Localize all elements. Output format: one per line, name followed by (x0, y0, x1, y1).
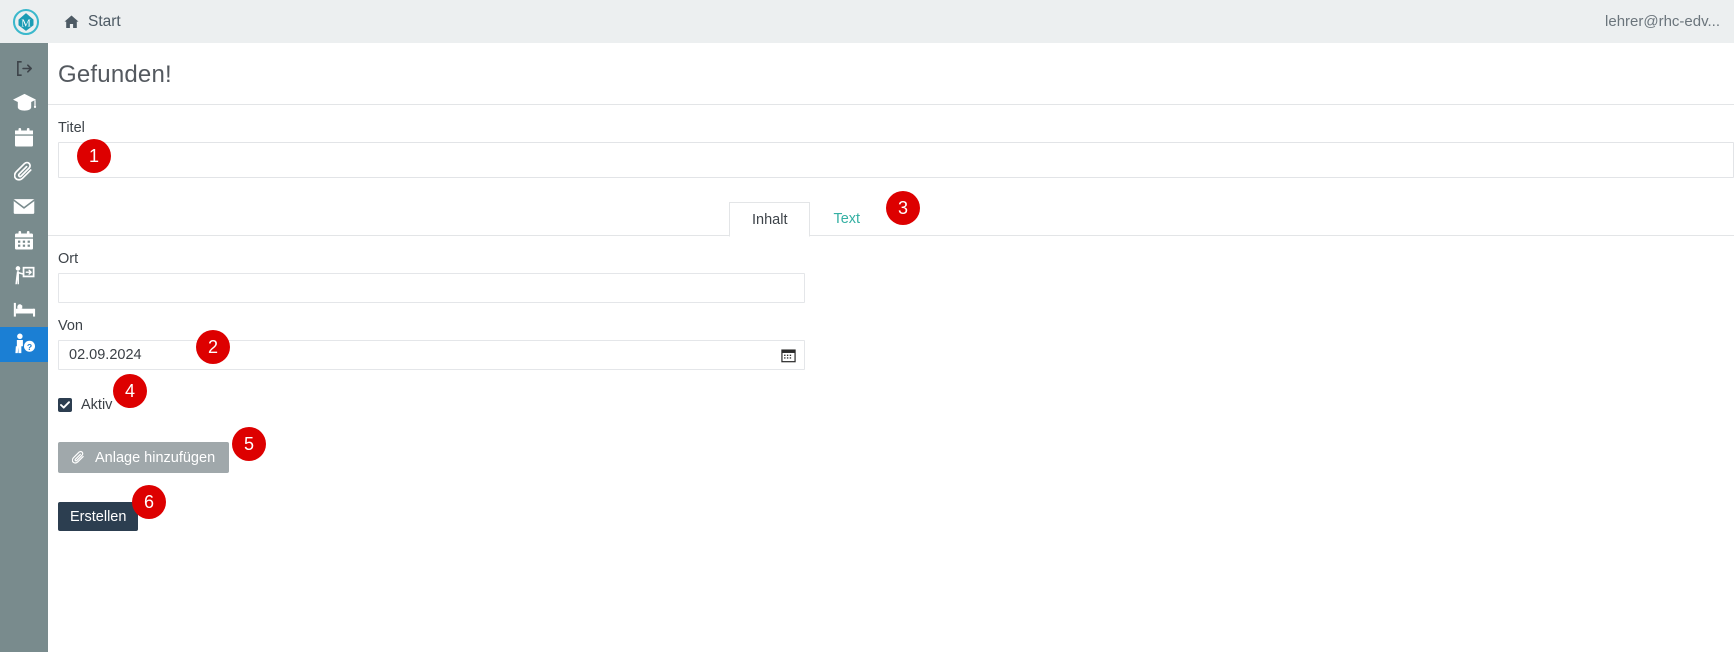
logo-mark-icon: M (12, 8, 40, 35)
envelope-icon (13, 198, 35, 214)
von-field-label: Von (58, 318, 83, 334)
paperclip-icon (72, 450, 84, 464)
checkmark-icon (60, 401, 70, 409)
main-content: Gefunden! Titel Inhalt Text Ort Von 02.0… (48, 43, 1734, 652)
annotation-badge-4: 4 (113, 374, 147, 408)
annotation-badge-6: 6 (132, 485, 166, 519)
sidebar-item-kalender[interactable] (0, 120, 48, 155)
nav-start-link[interactable]: Start (63, 13, 121, 31)
von-date-input[interactable]: 02.09.2024 (58, 340, 805, 370)
annotation-badge-1: 1 (77, 139, 111, 173)
app-logo[interactable]: M (0, 0, 52, 43)
annotation-badge-3: 3 (886, 191, 920, 225)
sidebar-item-abmelden[interactable] (0, 51, 48, 86)
titel-input[interactable] (58, 142, 1734, 178)
sidebar-item-nachrichten[interactable] (0, 189, 48, 224)
sidebar-item-anlagen[interactable] (0, 155, 48, 190)
nav-start-label: Start (88, 12, 121, 30)
logout-icon (16, 60, 32, 76)
tab-text[interactable]: Text (810, 201, 883, 236)
svg-text:M: M (21, 17, 31, 29)
top-header-bar: M Start lehrer@rhc-edv... (0, 0, 1734, 43)
aktiv-checkbox[interactable] (58, 398, 72, 412)
left-sidebar: ? (0, 43, 48, 652)
annotation-badge-2: 2 (196, 330, 230, 364)
sidebar-item-schule[interactable] (0, 86, 48, 121)
ort-input[interactable] (58, 273, 805, 303)
paperclip-icon (13, 161, 32, 181)
add-attachment-button[interactable]: Anlage hinzufügen (58, 442, 230, 473)
app-root: M Start lehrer@rhc-edv... ? Gefunden! Ti… (0, 0, 1734, 652)
tab-inhalt-label: Inhalt (752, 211, 788, 228)
bed-icon (13, 303, 35, 317)
erstellen-button[interactable]: Erstellen (58, 502, 139, 531)
sidebar-item-internat[interactable] (0, 293, 48, 328)
aktiv-checkbox-row[interactable]: Aktiv (58, 397, 1734, 413)
tab-text-label: Text (833, 211, 861, 227)
annotation-badge-5: 5 (232, 427, 266, 461)
calendar-grid-icon (15, 231, 33, 250)
calendar-icon (15, 127, 33, 147)
ort-field-label: Ort (58, 251, 79, 267)
sidebar-item-termine[interactable] (0, 224, 48, 259)
person-question-icon: ? (15, 333, 35, 354)
page-title: Gefunden! (58, 61, 172, 88)
add-attachment-label: Anlage hinzufügen (95, 449, 216, 466)
home-icon (64, 15, 79, 28)
title-divider (48, 104, 1734, 105)
tab-baseline (48, 235, 1734, 236)
von-date-value: 02.09.2024 (69, 347, 142, 363)
graduation-cap-icon (12, 94, 36, 111)
tab-inhalt[interactable]: Inhalt (729, 202, 811, 237)
user-email-label[interactable]: lehrer@rhc-edv... (1605, 13, 1720, 30)
titel-field-label: Titel (58, 120, 85, 136)
erstellen-label: Erstellen (70, 508, 127, 525)
svg-text:?: ? (27, 342, 32, 352)
calendar-icon[interactable] (781, 348, 796, 363)
sidebar-item-unterricht[interactable] (0, 258, 48, 293)
sidebar-item-fundsachen[interactable]: ? (0, 327, 48, 362)
aktiv-checkbox-label: Aktiv (81, 397, 113, 413)
presentation-person-icon (15, 265, 35, 284)
tab-list: Inhalt Text (729, 201, 883, 237)
